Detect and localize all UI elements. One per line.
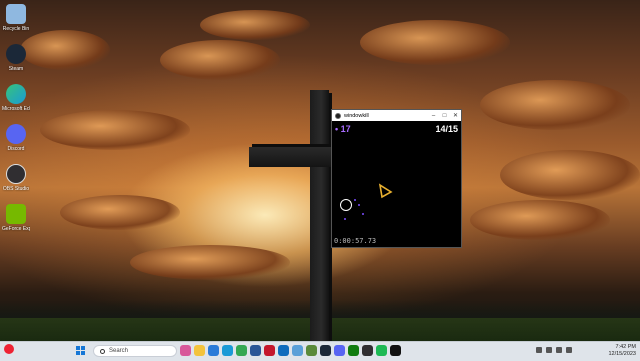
desktop-icon-steam[interactable]: Steam bbox=[2, 44, 30, 72]
desktop-icon-label: GeForce Experience bbox=[2, 226, 30, 232]
desktop-icon-label: Discord bbox=[7, 146, 25, 152]
chevron-up-icon[interactable] bbox=[536, 347, 542, 353]
outlook-icon[interactable] bbox=[278, 345, 289, 356]
cloud bbox=[40, 110, 190, 150]
windowkill-app-icon bbox=[335, 112, 341, 119]
volume-icon[interactable] bbox=[556, 347, 562, 353]
cross-window-vertical bbox=[310, 90, 329, 341]
mcafee-icon[interactable] bbox=[264, 345, 275, 356]
recycle-bin-icon bbox=[6, 4, 26, 24]
minimize-icon[interactable]: – bbox=[428, 113, 439, 119]
xp-counter: • 17 bbox=[335, 124, 351, 134]
desktop-icon-label: Microsoft Edge bbox=[2, 106, 30, 112]
desktop-icon-geforce[interactable]: GeForce Experience bbox=[2, 204, 30, 232]
xp-orb bbox=[358, 204, 360, 206]
taskbar: Search 7:42 PM 12/15/2023 bbox=[0, 341, 640, 361]
enemy-triangle-icon bbox=[378, 183, 393, 199]
clock-date: 12/15/2023 bbox=[608, 351, 636, 357]
chrome-icon[interactable] bbox=[236, 345, 247, 356]
xp-orb bbox=[344, 218, 346, 220]
desktop-icon-discord[interactable]: Discord bbox=[2, 124, 30, 152]
desktop-icon-label: Recycle Bin bbox=[2, 26, 30, 32]
window-titlebar[interactable]: windowkill – □ ✕ bbox=[332, 110, 461, 121]
cloud bbox=[360, 20, 510, 65]
discord-icon bbox=[6, 124, 26, 144]
cloud bbox=[500, 150, 640, 200]
file-explorer-icon[interactable] bbox=[194, 345, 205, 356]
cloud bbox=[200, 10, 310, 40]
edge-icon bbox=[6, 84, 26, 104]
wifi-icon[interactable] bbox=[546, 347, 552, 353]
desktop-icon-edge[interactable]: Microsoft Edge bbox=[2, 84, 30, 112]
xp-orb bbox=[362, 213, 364, 215]
cloud bbox=[160, 40, 280, 80]
steam-icon bbox=[6, 44, 26, 64]
windowkill-window[interactable]: windowkill – □ ✕ • 17 14/15 0:00:57.73 bbox=[331, 109, 462, 248]
steam-icon[interactable] bbox=[320, 345, 331, 356]
window-title: windowkill bbox=[344, 112, 369, 119]
obs-icon bbox=[6, 164, 26, 184]
taskbar-clock[interactable]: 7:42 PM 12/15/2023 bbox=[596, 344, 636, 358]
maximize-icon[interactable]: □ bbox=[439, 113, 450, 119]
system-tray bbox=[536, 347, 572, 353]
minecraft-icon[interactable] bbox=[306, 345, 317, 356]
battery-icon[interactable] bbox=[566, 347, 572, 353]
search-icon bbox=[100, 348, 105, 354]
xp-orb bbox=[354, 199, 356, 201]
taskbar-search[interactable]: Search bbox=[93, 345, 177, 357]
store-icon[interactable] bbox=[208, 345, 219, 356]
desktop-icon-label: Steam bbox=[8, 66, 24, 72]
enemy-counter: 14/15 bbox=[435, 124, 458, 134]
discord-icon[interactable] bbox=[334, 345, 345, 356]
cloud bbox=[480, 80, 630, 130]
geforce-icon bbox=[6, 204, 26, 224]
cloud bbox=[470, 200, 610, 240]
cloud bbox=[60, 195, 180, 230]
cloud bbox=[130, 245, 290, 280]
search-placeholder: Search bbox=[109, 348, 129, 354]
desktop-icon-recycle-bin[interactable]: Recycle Bin bbox=[2, 4, 30, 32]
player-circle[interactable] bbox=[340, 199, 352, 211]
run-timer: 0:00:57.73 bbox=[334, 237, 377, 245]
desktop-icon-obs[interactable]: OBS Studio bbox=[2, 164, 30, 192]
obs-icon[interactable] bbox=[362, 345, 373, 356]
spotify-icon[interactable] bbox=[376, 345, 387, 356]
windowkill-icon[interactable] bbox=[390, 345, 401, 356]
start-button[interactable] bbox=[76, 346, 86, 356]
edge-icon[interactable] bbox=[222, 345, 233, 356]
weather-widget-icon[interactable] bbox=[4, 344, 14, 354]
photos-app-icon[interactable] bbox=[292, 345, 303, 356]
cross-window-arm bbox=[249, 147, 339, 167]
clock-time: 7:42 PM bbox=[615, 344, 636, 350]
desktop-icon-label: OBS Studio bbox=[2, 186, 30, 192]
xbox-icon[interactable] bbox=[348, 345, 359, 356]
photos-icon[interactable] bbox=[180, 345, 191, 356]
taskbar-apps bbox=[180, 345, 401, 356]
close-icon[interactable]: ✕ bbox=[450, 112, 461, 119]
cloud bbox=[20, 30, 110, 70]
word-icon[interactable] bbox=[250, 345, 261, 356]
